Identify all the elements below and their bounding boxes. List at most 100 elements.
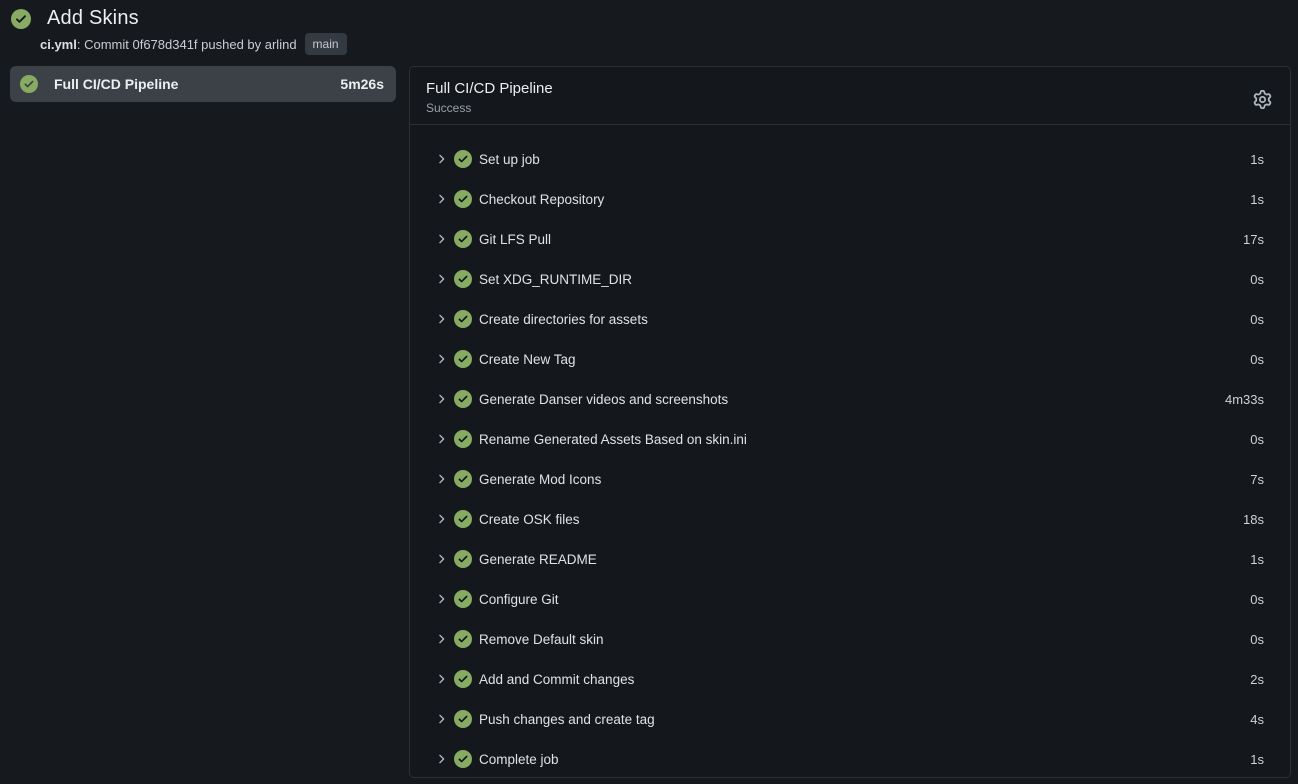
step-name: Generate Mod Icons <box>479 472 1250 487</box>
step-row[interactable]: Create directories for assets 0s <box>410 299 1290 339</box>
chevron-right-icon[interactable] <box>434 712 450 726</box>
job-duration: 5m26s <box>340 76 384 92</box>
run-panel-header-text: Full CI/CD Pipeline Success <box>426 80 553 115</box>
run-title: Add Skins <box>47 7 139 30</box>
gear-icon[interactable] <box>1251 88 1274 111</box>
step-name: Create directories for assets <box>479 312 1250 327</box>
check-circle-icon <box>20 75 38 93</box>
step-duration: 0s <box>1250 632 1264 647</box>
chevron-right-icon[interactable] <box>434 472 450 486</box>
run-content: Full CI/CD Pipeline 5m26s Full CI/CD Pip… <box>0 66 1298 778</box>
chevron-right-icon[interactable] <box>434 552 450 566</box>
step-row[interactable]: Push changes and create tag 4s <box>410 699 1290 739</box>
chevron-right-icon[interactable] <box>434 312 450 326</box>
check-circle-icon <box>454 430 472 448</box>
step-row[interactable]: Create New Tag 0s <box>410 339 1290 379</box>
panel-job-title: Full CI/CD Pipeline <box>426 80 553 97</box>
check-circle-icon <box>454 550 472 568</box>
step-duration: 17s <box>1243 232 1264 247</box>
chevron-right-icon[interactable] <box>434 672 450 686</box>
step-row[interactable]: Checkout Repository 1s <box>410 179 1290 219</box>
jobs-sidebar: Full CI/CD Pipeline 5m26s <box>10 66 396 778</box>
check-circle-icon <box>11 9 31 29</box>
step-row[interactable]: Generate README 1s <box>410 539 1290 579</box>
chevron-right-icon[interactable] <box>434 432 450 446</box>
check-circle-icon <box>454 390 472 408</box>
commit-text: : Commit 0f678d341f pushed by arlind <box>77 37 297 52</box>
commit-summary: ci.yml : Commit 0f678d341f pushed by arl… <box>40 33 1298 55</box>
check-circle-icon <box>454 510 472 528</box>
chevron-right-icon[interactable] <box>434 232 450 246</box>
check-circle-icon <box>454 270 472 288</box>
steps-list: Set up job 1s Checkout Repository 1s <box>410 125 1290 777</box>
check-circle-icon <box>454 190 472 208</box>
step-duration: 0s <box>1250 272 1264 287</box>
workflow-file-name: ci.yml <box>40 37 77 52</box>
step-name: Generate README <box>479 552 1250 567</box>
step-duration: 0s <box>1250 312 1264 327</box>
check-circle-icon <box>454 750 472 768</box>
step-name: Create New Tag <box>479 352 1250 367</box>
actions-run-page: { "header": { "title": "Add Skins", "wor… <box>0 0 1298 784</box>
chevron-right-icon[interactable] <box>434 272 450 286</box>
check-circle-icon <box>454 150 472 168</box>
check-circle-icon <box>454 630 472 648</box>
step-row[interactable]: Set up job 1s <box>410 139 1290 179</box>
step-row[interactable]: Rename Generated Assets Based on skin.in… <box>410 419 1290 459</box>
step-duration: 2s <box>1250 672 1264 687</box>
step-row[interactable]: Add and Commit changes 2s <box>410 659 1290 699</box>
chevron-right-icon[interactable] <box>434 512 450 526</box>
check-circle-icon <box>454 310 472 328</box>
step-name: Add and Commit changes <box>479 672 1250 687</box>
chevron-right-icon[interactable] <box>434 592 450 606</box>
step-row[interactable]: Set XDG_RUNTIME_DIR 0s <box>410 259 1290 299</box>
step-name: Set up job <box>479 152 1250 167</box>
panel-job-status: Success <box>426 101 553 115</box>
check-circle-icon <box>454 710 472 728</box>
check-circle-icon <box>454 350 472 368</box>
step-name: Set XDG_RUNTIME_DIR <box>479 272 1250 287</box>
chevron-right-icon[interactable] <box>434 632 450 646</box>
step-duration: 0s <box>1250 352 1264 367</box>
step-duration: 4s <box>1250 712 1264 727</box>
step-duration: 18s <box>1243 512 1264 527</box>
step-name: Generate Danser videos and screenshots <box>479 392 1225 407</box>
step-row[interactable]: Generate Mod Icons 7s <box>410 459 1290 499</box>
step-duration: 1s <box>1250 752 1264 767</box>
step-duration: 1s <box>1250 192 1264 207</box>
step-duration: 0s <box>1250 592 1264 607</box>
step-row[interactable]: Complete job 1s <box>410 739 1290 777</box>
chevron-right-icon[interactable] <box>434 152 450 166</box>
run-panel: Full CI/CD Pipeline Success Set up job 1… <box>409 66 1291 778</box>
step-duration: 0s <box>1250 432 1264 447</box>
branch-badge[interactable]: main <box>305 33 347 55</box>
step-name: Configure Git <box>479 592 1250 607</box>
step-name: Git LFS Pull <box>479 232 1243 247</box>
chevron-right-icon[interactable] <box>434 392 450 406</box>
job-name: Full CI/CD Pipeline <box>54 76 331 92</box>
step-duration: 7s <box>1250 472 1264 487</box>
step-row[interactable]: Generate Danser videos and screenshots 4… <box>410 379 1290 419</box>
check-circle-icon <box>454 230 472 248</box>
step-name: Complete job <box>479 752 1250 767</box>
step-row[interactable]: Git LFS Pull 17s <box>410 219 1290 259</box>
chevron-right-icon[interactable] <box>434 192 450 206</box>
step-duration: 4m33s <box>1225 392 1264 407</box>
step-name: Remove Default skin <box>479 632 1250 647</box>
step-row[interactable]: Remove Default skin 0s <box>410 619 1290 659</box>
step-name: Rename Generated Assets Based on skin.in… <box>479 432 1250 447</box>
step-duration: 1s <box>1250 152 1264 167</box>
chevron-right-icon[interactable] <box>434 352 450 366</box>
run-header: Add Skins ci.yml : Commit 0f678d341f pus… <box>0 0 1298 55</box>
step-row[interactable]: Create OSK files 18s <box>410 499 1290 539</box>
step-name: Create OSK files <box>479 512 1243 527</box>
step-name: Checkout Repository <box>479 192 1250 207</box>
step-row[interactable]: Configure Git 0s <box>410 579 1290 619</box>
run-panel-header: Full CI/CD Pipeline Success <box>410 67 1290 125</box>
chevron-right-icon[interactable] <box>434 752 450 766</box>
job-item-full-pipeline[interactable]: Full CI/CD Pipeline 5m26s <box>10 66 396 102</box>
check-circle-icon <box>454 470 472 488</box>
check-circle-icon <box>454 590 472 608</box>
run-title-line: Add Skins <box>11 7 1298 30</box>
step-name: Push changes and create tag <box>479 712 1250 727</box>
